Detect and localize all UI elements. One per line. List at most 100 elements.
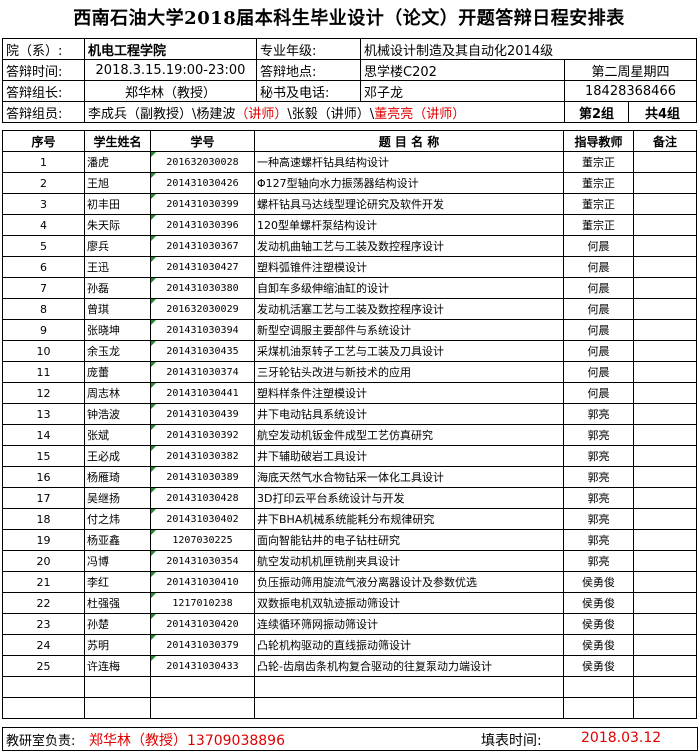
cell-seq: 16	[2, 466, 85, 488]
cell-note	[633, 214, 697, 236]
table-row: 17 吴继扬 201431030428 3D打印云平台系统设计与开发 郭亮	[2, 487, 697, 509]
table-row: 16 杨雁琦 201431030389 海底天然气水合物钻采一体化工具设计 郭亮	[2, 466, 697, 488]
cell-name: 廖兵	[84, 235, 151, 257]
info-row-leader: 答辩组长: 郑华林（教授） 秘书及电话: 邓子龙 18428368466	[2, 80, 698, 102]
blank-cell	[563, 676, 634, 698]
table-row: 13 钟浩波 201431030439 井下电动钻具系统设计 郭亮	[2, 403, 697, 425]
cell-advisor: 董宗正	[563, 151, 634, 173]
secretary-value: 邓子龙	[360, 80, 565, 102]
cell-advisor: 侯勇俊	[563, 655, 634, 677]
cell-seq: 4	[2, 214, 85, 236]
blank-row	[2, 676, 697, 698]
cell-topic: 塑料弧锥件注塑模设计	[254, 256, 564, 278]
cell-topic: 负压振动筛用旋流气液分离器设计及参数优选	[254, 571, 564, 593]
blank-cell	[633, 676, 697, 698]
cell-name: 张斌	[84, 424, 151, 446]
college-label: 院（系）:	[2, 38, 85, 60]
table-row: 6 王迅 201431030427 塑料弧锥件注塑模设计 何晨	[2, 256, 697, 278]
secretary-label: 秘书及电话:	[256, 80, 361, 102]
cell-seq: 14	[2, 424, 85, 446]
blank-cell	[254, 697, 564, 719]
cell-name: 杜强强	[84, 592, 151, 614]
cell-topic: 双数振电机双轨迹振动筛设计	[254, 592, 564, 614]
cell-advisor: 何晨	[563, 319, 634, 341]
cell-name: 余玉龙	[84, 340, 151, 362]
date-value: 2018.03.12	[581, 730, 662, 746]
blank-cell	[150, 697, 255, 719]
table-row: 7 孙磊 201431030380 自卸车多级伸缩油缸的设计 何晨	[2, 277, 697, 299]
cell-name: 孙磊	[84, 277, 151, 299]
cell-topic: 发动机曲轴工艺与工装及数控程序设计	[254, 235, 564, 257]
cell-topic: 新型空调服主要部件与系统设计	[254, 319, 564, 341]
table-header-row: 序号 学生姓名 学号 题 目 名 称 指导教师 备注	[2, 130, 697, 152]
info-row-time: 答辩时间: 2018.3.15.19:00-23:00 答辩地点: 思学楼C20…	[2, 59, 698, 81]
table-row: 19 杨亚鑫 1207030225 面向智能钻井的电子钻柱研究 郭亮	[2, 529, 697, 551]
cell-seq: 7	[2, 277, 85, 299]
cell-advisor: 董宗正	[563, 193, 634, 215]
schedule-table: 序号 学生姓名 学号 题 目 名 称 指导教师 备注 1 潘虎 2016320300…	[2, 130, 697, 719]
cell-note	[633, 361, 697, 383]
blank-cell	[150, 676, 255, 698]
cell-name: 杨亚鑫	[84, 529, 151, 551]
cell-seq: 15	[2, 445, 85, 467]
cell-seq: 20	[2, 550, 85, 572]
table-row: 5 廖兵 201431030367 发动机曲轴工艺与工装及数控程序设计 何晨	[2, 235, 697, 257]
cell-advisor: 郭亮	[563, 529, 634, 551]
header-name: 学生姓名	[84, 130, 151, 152]
header-note: 备注	[633, 130, 697, 152]
cell-name: 王旭	[84, 172, 151, 194]
cell-topic: 螺杆钻具马达线型理论研究及软件开发	[254, 193, 564, 215]
cell-advisor: 侯勇俊	[563, 634, 634, 656]
table-row: 2 王旭 201431030426 Φ127型轴向水力振荡器结构设计 董宗正	[2, 172, 697, 194]
place-label: 答辩地点:	[256, 59, 361, 81]
cell-advisor: 郭亮	[563, 487, 634, 509]
cell-id: 201632030029	[150, 298, 255, 320]
cell-note	[633, 550, 697, 572]
cell-id: 201431030392	[150, 424, 255, 446]
cell-note	[633, 466, 697, 488]
cell-id: 201431030367	[150, 235, 255, 257]
table-row: 21 李红 201431030410 负压振动筛用旋流气液分离器设计及参数优选 侯勇俊	[2, 571, 697, 593]
table-row: 12 周志林 201431030441 塑料样条件注塑模设计 何晨	[2, 382, 697, 404]
member-4: 董亮亮（讲师）	[374, 106, 466, 122]
blank-cell	[563, 697, 634, 719]
table-row: 24 苏明 201431030379 凸轮机构驱动的直线振动筛设计 侯勇俊	[2, 634, 697, 656]
cell-topic: 航空发动机机匣铣削夹具设计	[254, 550, 564, 572]
place-value: 思学楼C202	[360, 59, 565, 81]
cell-seq: 25	[2, 655, 85, 677]
cell-topic: 120型单螺杆泵结构设计	[254, 214, 564, 236]
table-row: 9 张晓坤 201431030394 新型空调服主要部件与系统设计 何晨	[2, 319, 697, 341]
cell-note	[633, 592, 697, 614]
cell-note	[633, 424, 697, 446]
member-1: 李成兵（副教授）\	[88, 106, 197, 122]
cell-topic: 凸轮-齿扇齿条机构复合驱动的往复泵动力端设计	[254, 655, 564, 677]
cell-topic: 海底天然气水合物钻采一体化工具设计	[254, 466, 564, 488]
cell-id: 201431030441	[150, 382, 255, 404]
blank-cell	[84, 676, 151, 698]
page-title: 西南石油大学2018届本科生毕业设计（论文）开题答辩日程安排表	[73, 8, 625, 29]
cell-topic: 3D打印云平台系统设计与开发	[254, 487, 564, 509]
cell-topic: 井下BHA机械系统能耗分布规律研究	[254, 508, 564, 530]
major-label: 专业年级:	[256, 38, 361, 60]
cell-note	[633, 193, 697, 215]
member-2-name: 杨建波	[196, 106, 236, 122]
cell-id: 201431030396	[150, 214, 255, 236]
schedule-sheet: 西南石油大学2018届本科生毕业设计（论文）开题答辩日程安排表 院（系）: 机电…	[0, 0, 698, 751]
cell-id: 1217010238	[150, 592, 255, 614]
cell-topic: 塑料样条件注塑模设计	[254, 382, 564, 404]
member-3: \张毅（讲师）\	[287, 106, 375, 122]
cell-id: 201431030428	[150, 487, 255, 509]
info-row-college: 院（系）: 机电工程学院 专业年级: 机械设计制造及其自动化2014级	[2, 38, 698, 60]
info-row-members: 答辩组员: 李成兵（副教授）\杨建波（讲师）\张毅（讲师）\董亮亮（讲师） 第2…	[2, 101, 698, 123]
cell-advisor: 何晨	[563, 361, 634, 383]
cell-note	[633, 340, 697, 362]
cell-advisor: 郭亮	[563, 445, 634, 467]
table-body: 1 潘虎 201632030028 一种高速螺杆钻具结构设计 董宗正 2 王旭 2014310…	[2, 151, 697, 719]
cell-id: 1207030225	[150, 529, 255, 551]
table-row: 11 庞蕾 201431030374 三牙轮钻头改进与新技术的应用 何晨	[2, 361, 697, 383]
cell-note	[633, 571, 697, 593]
cell-id: 201431030420	[150, 613, 255, 635]
group-total: 共4组	[627, 101, 698, 123]
cell-topic: 井下电动钻具系统设计	[254, 403, 564, 425]
cell-seq: 13	[2, 403, 85, 425]
